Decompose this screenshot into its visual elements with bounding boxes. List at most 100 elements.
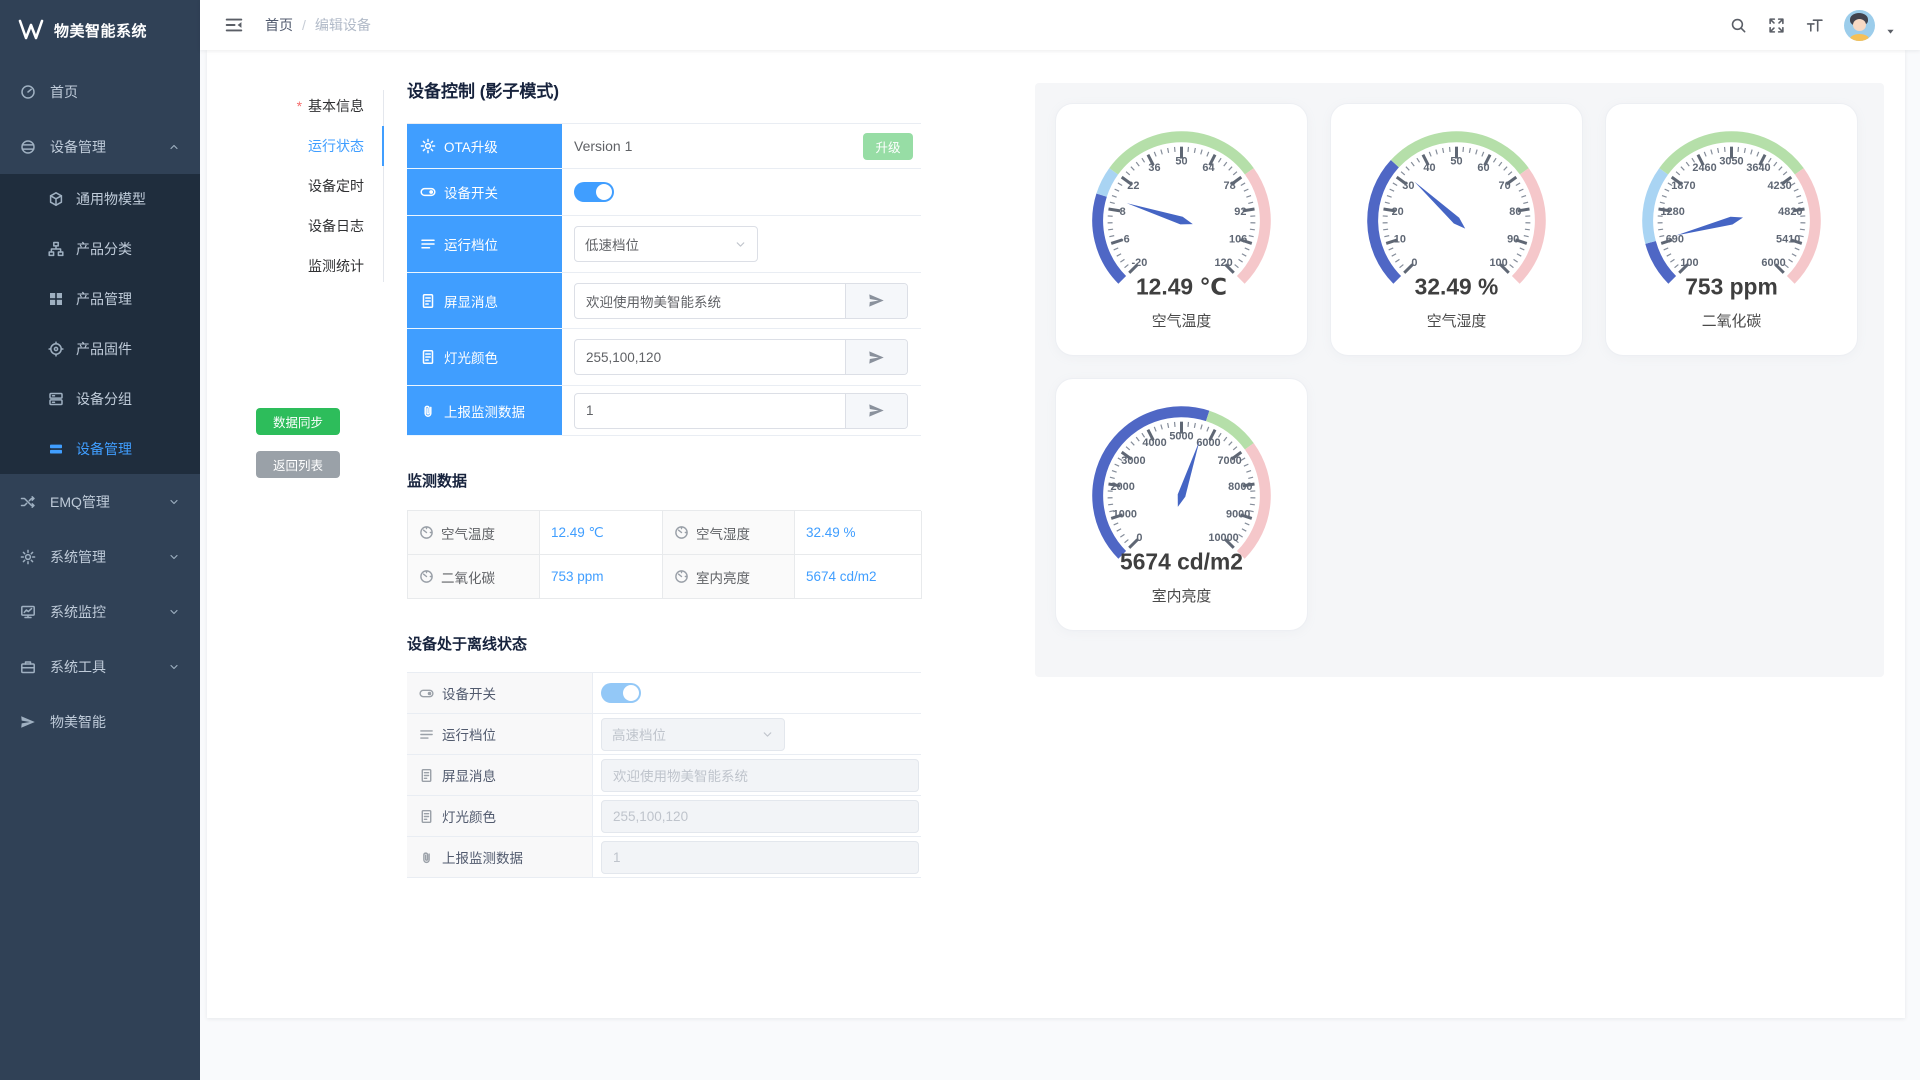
sidebar-item-label: 系统管理: [50, 547, 106, 567]
tab-device-timing[interactable]: 设备定时: [207, 166, 384, 206]
cube-icon: [48, 191, 64, 207]
gauge-mini-icon: [674, 525, 689, 540]
font-size-icon[interactable]: [1806, 17, 1823, 34]
sidebar-item-wumei-smart[interactable]: 物美智能: [0, 694, 200, 749]
form-label-text: 运行档位: [444, 234, 498, 254]
tab-monitor-stats[interactable]: 监测统计: [207, 246, 384, 286]
svg-text:6000: 6000: [1196, 437, 1220, 449]
fullscreen-icon[interactable]: [1768, 17, 1785, 34]
search-icon[interactable]: [1730, 17, 1747, 34]
user-menu-caret-icon[interactable]: [1885, 26, 1896, 37]
gauge-needle: [1676, 217, 1743, 236]
shadow-form-title: 设备控制 (影子模式): [407, 77, 921, 102]
sidebar-item-device-mgmt[interactable]: 设备管理: [0, 119, 200, 174]
chevron-down-icon: [168, 661, 180, 673]
svg-text:10: 10: [1394, 233, 1406, 245]
svg-text:3050: 3050: [1719, 156, 1743, 168]
offline-table: 设备开关运行档位高速档位屏显消息欢迎使用物美智能系统灯光颜色255,100,12…: [407, 672, 921, 878]
offline-row-device-switch: 设备开关: [407, 673, 921, 714]
svg-text:22: 22: [1127, 180, 1139, 192]
sidebar-collapse-icon[interactable]: [225, 16, 243, 34]
chevron-down-icon: [168, 551, 180, 563]
light-color-input[interactable]: [575, 340, 845, 374]
svg-text:5410: 5410: [1776, 233, 1800, 245]
run-gear-select[interactable]: 低速档位: [574, 226, 758, 262]
offline-row-report-monitor-data: 上报监测数据 1: [407, 837, 921, 878]
avatar-shirt: [1850, 34, 1869, 41]
svg-text:7000: 7000: [1217, 455, 1241, 467]
offline-light-color-input-disabled: 255,100,120: [601, 800, 919, 833]
sidebar-item-device-mgmt-sub[interactable]: 设备管理: [0, 424, 200, 474]
offline-run-gear-select-disabled: 高速档位: [601, 718, 785, 751]
gauge-needle: [1414, 181, 1465, 228]
select-chevron-icon: [761, 728, 774, 741]
tab-run-status[interactable]: 运行状态: [207, 126, 384, 166]
app-logo[interactable]: 物美智能系统: [0, 0, 200, 60]
monitor-value-co2: 753 ppm: [540, 555, 663, 599]
sidebar-item-home[interactable]: 首页: [0, 64, 200, 119]
offline-value-screen-message: 欢迎使用物美智能系统: [593, 755, 921, 795]
device-switch-toggle[interactable]: [574, 182, 614, 202]
monitor-title: 监测数据: [407, 470, 921, 491]
svg-text:1870: 1870: [1671, 180, 1695, 192]
sidebar-item-common-model[interactable]: 通用物模型: [0, 174, 200, 224]
send-icon: [868, 349, 885, 366]
svg-text:30: 30: [1402, 180, 1414, 192]
svg-text:4820: 4820: [1778, 206, 1802, 218]
screen-message-send-button[interactable]: [845, 284, 907, 318]
svg-text:2460: 2460: [1692, 162, 1716, 174]
sidebar-item-label: 通用物模型: [76, 189, 146, 209]
gauge-value: 12.49 ℃: [1136, 273, 1227, 299]
offline-report-monitor-data-input-disabled: 1: [601, 841, 919, 874]
send-icon: [868, 292, 885, 309]
light-color-send-button[interactable]: [845, 340, 907, 374]
svg-text:8000: 8000: [1228, 481, 1252, 493]
gauge-chart: 010203040506070809010032.49 %空气湿度: [1331, 104, 1582, 355]
list-icon: [420, 236, 436, 252]
gauge-chart: 0100020003000400050006000700080009000100…: [1056, 379, 1307, 630]
tab-device-log[interactable]: 设备日志: [207, 206, 384, 246]
sidebar-item-product-category[interactable]: 产品分类: [0, 224, 200, 274]
gauge-value: 32.49 %: [1415, 273, 1499, 299]
gauge-title: 空气湿度: [1427, 313, 1487, 330]
svg-text:78: 78: [1224, 180, 1236, 192]
offline-label-text: 上报监测数据: [442, 847, 523, 867]
group-icon: [48, 391, 64, 407]
sidebar-item-system-tools[interactable]: 系统工具: [0, 639, 200, 694]
form-row-screen-message: 屏显消息: [407, 273, 921, 329]
svg-text:1280: 1280: [1661, 206, 1685, 218]
offline-label-text: 设备开关: [442, 683, 496, 703]
light-color-input-group: [574, 339, 908, 375]
avatar[interactable]: [1844, 10, 1875, 41]
back-to-list-button[interactable]: 返回列表: [256, 451, 340, 478]
tab-basic-info[interactable]: * 基本信息: [207, 86, 384, 126]
svg-text:1000: 1000: [1113, 508, 1137, 520]
plane-icon: [20, 714, 36, 730]
sidebar-item-device-group[interactable]: 设备分组: [0, 374, 200, 424]
tab-label: 设备定时: [308, 178, 364, 194]
sidebar-item-emq-mgmt[interactable]: EMQ管理: [0, 474, 200, 529]
offline-row-run-gear: 运行档位高速档位: [407, 714, 921, 755]
upgrade-button[interactable]: 升级: [863, 133, 913, 160]
svg-text:100: 100: [1680, 257, 1698, 269]
sidebar-item-product-mgmt[interactable]: 产品管理: [0, 274, 200, 324]
form-label-text: 屏显消息: [444, 291, 498, 311]
svg-text:106: 106: [1229, 233, 1247, 245]
breadcrumb-home[interactable]: 首页: [265, 15, 293, 35]
monitor-table: 空气温度12.49 ℃空气湿度32.49 %二氧化碳753 ppm室内亮度567…: [407, 510, 921, 599]
topbar-actions: [1730, 10, 1896, 41]
sidebar-item-system-monitor[interactable]: 系统监控: [0, 584, 200, 639]
sidebar-item-system-mgmt[interactable]: 系统管理: [0, 529, 200, 584]
offline-label-device-switch: 设备开关: [407, 673, 593, 713]
sidebar-item-product-firmware[interactable]: 产品固件: [0, 324, 200, 374]
svg-text:20: 20: [1392, 206, 1404, 218]
main-area: 首页 / 编辑设备: [200, 0, 1920, 1080]
screen-message-input[interactable]: [575, 284, 845, 318]
report-monitor-data-send-button[interactable]: [845, 394, 907, 428]
report-monitor-data-input[interactable]: [575, 394, 845, 428]
svg-text:36: 36: [1148, 162, 1160, 174]
gauge-title: 二氧化碳: [1702, 313, 1762, 330]
svg-text:120: 120: [1214, 257, 1232, 269]
form-row-run-gear: 运行档位 低速档位: [407, 216, 921, 273]
data-sync-button[interactable]: 数据同步: [256, 408, 340, 435]
